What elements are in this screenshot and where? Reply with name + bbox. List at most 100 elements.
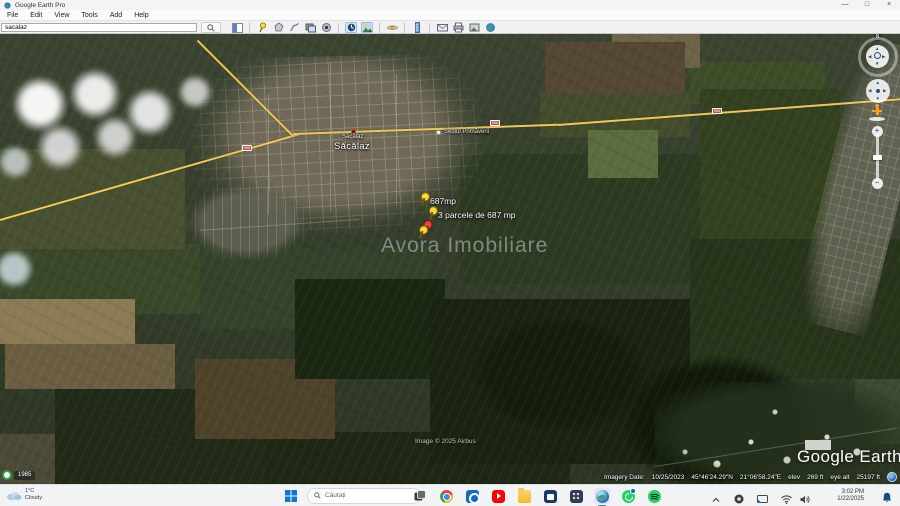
- compass-ring[interactable]: ▲ ▼ ◀ ▶: [858, 37, 898, 77]
- toolbar-separator: [404, 23, 405, 33]
- google-earth-button[interactable]: [594, 488, 610, 504]
- calculator-button[interactable]: [568, 488, 584, 504]
- eye-altitude-label: eye alt: [830, 474, 849, 481]
- menu-file[interactable]: File: [7, 12, 18, 19]
- look-left-arrow[interactable]: ◀: [868, 54, 871, 60]
- planets-icon[interactable]: [386, 22, 398, 33]
- move-down-arrow[interactable]: ▼: [876, 96, 880, 101]
- start-button[interactable]: [284, 489, 298, 503]
- taskbar-search[interactable]: Căutați: [307, 488, 421, 504]
- outlook-icon: [466, 490, 479, 503]
- toolbar-separator: [249, 23, 250, 33]
- toolbar-separator: [379, 23, 380, 33]
- menu-edit[interactable]: Edit: [30, 12, 42, 19]
- move-left-arrow[interactable]: ◀: [868, 88, 871, 94]
- wifi-icon[interactable]: [781, 491, 792, 506]
- close-button[interactable]: ×: [878, 0, 900, 10]
- cast-icon[interactable]: [757, 491, 768, 506]
- streaming-globe-icon: [887, 472, 897, 482]
- locality-label: Săcălaz: [334, 141, 370, 152]
- notification-bell-icon[interactable]: [882, 490, 892, 506]
- windows-logo-icon: [285, 490, 297, 502]
- latitude-value: 45°46'24.29"N: [691, 474, 733, 481]
- pegman-street-view[interactable]: [872, 104, 882, 119]
- move-center-dot: [876, 89, 880, 93]
- minimize-button[interactable]: —: [834, 0, 856, 10]
- add-placemark-icon[interactable]: [256, 22, 268, 33]
- road-shield: 59A: [490, 120, 500, 126]
- sidebar-toggle-icon[interactable]: [231, 22, 243, 33]
- minor-road: [396, 74, 397, 206]
- window-titlebar[interactable]: Google Earth Pro — □ ×: [0, 0, 900, 10]
- toolbar-separator: [429, 23, 430, 33]
- locality-label-small: Săcălaz: [342, 134, 363, 140]
- look-down-arrow[interactable]: ▼: [875, 61, 879, 66]
- search-icon: [207, 24, 215, 32]
- whatsapp-icon: [622, 490, 635, 503]
- file-explorer-button[interactable]: [516, 488, 532, 504]
- sunlight-icon[interactable]: [361, 22, 373, 33]
- add-path-icon[interactable]: [288, 22, 300, 33]
- screen: Google Earth Pro — □ × File Edit View To…: [0, 0, 900, 506]
- youtube-icon: [492, 490, 505, 503]
- town-annex-area: [186, 184, 308, 260]
- search-icon: [314, 492, 321, 499]
- record-tour-icon[interactable]: [320, 22, 332, 33]
- longitude-value: 21°06'58.24"E: [740, 474, 781, 481]
- ruler-icon[interactable]: [411, 22, 423, 33]
- whatsapp-notification-badge: [630, 488, 636, 494]
- add-polygon-icon[interactable]: [272, 22, 284, 33]
- tray-app-icon[interactable]: [734, 491, 744, 506]
- weather-widget[interactable]: 1°C Cloudy: [6, 488, 42, 501]
- look-up-arrow[interactable]: ▲: [875, 46, 879, 51]
- minor-road: [268, 94, 269, 214]
- menu-tools[interactable]: Tools: [81, 12, 97, 19]
- menu-view[interactable]: View: [54, 12, 69, 19]
- view-in-google-maps-icon[interactable]: [484, 22, 496, 33]
- whatsapp-button[interactable]: [620, 488, 636, 504]
- task-view-button[interactable]: [412, 488, 428, 504]
- poi-label: Sediul Primăverii: [444, 129, 489, 135]
- spotify-button[interactable]: [646, 488, 662, 504]
- add-image-overlay-icon[interactable]: [304, 22, 316, 33]
- move-right-arrow[interactable]: ▶: [883, 88, 886, 94]
- move-up-arrow[interactable]: ▲: [876, 80, 880, 85]
- window-title: Google Earth Pro: [15, 2, 65, 9]
- road-shield: 59A: [712, 108, 722, 114]
- look-joystick[interactable]: ▲ ▼ ◀ ▶: [866, 45, 889, 68]
- print-icon[interactable]: [452, 22, 464, 33]
- clouds: [0, 52, 260, 187]
- poi-dot[interactable]: [436, 130, 441, 135]
- tray-clock[interactable]: 3:02 PM 1/22/2025: [837, 489, 864, 503]
- oldest-imagery-year: 1985: [14, 471, 35, 480]
- zoom-out-button[interactable]: −: [872, 178, 883, 189]
- chrome-icon: [440, 490, 453, 503]
- youtube-button[interactable]: [490, 488, 506, 504]
- move-joystick[interactable]: ▲ ▼ ◀ ▶: [866, 79, 890, 103]
- cloud-icon: [6, 489, 22, 501]
- elevation-value: 269 ft: [807, 474, 823, 481]
- zoom-slider-handle[interactable]: [873, 155, 882, 160]
- imagery-date-value: 10/25/2023: [652, 474, 685, 481]
- search-input[interactable]: [1, 23, 197, 32]
- historical-imagery-icon[interactable]: [345, 22, 357, 33]
- menu-add[interactable]: Add: [110, 12, 122, 19]
- minor-road: [330, 62, 331, 212]
- maximize-button[interactable]: □: [856, 0, 878, 10]
- outlook-button[interactable]: [464, 488, 480, 504]
- hidden-icons-chevron[interactable]: [712, 491, 720, 506]
- menu-help[interactable]: Help: [134, 12, 148, 19]
- historical-imagery-chip[interactable]: 1985: [2, 470, 35, 480]
- email-icon[interactable]: [436, 22, 448, 33]
- save-image-icon[interactable]: [468, 22, 480, 33]
- look-right-arrow[interactable]: ▶: [882, 54, 885, 60]
- map-viewport[interactable]: 59A 59A 59A Săcălaz Săcălaz Sediul Primă…: [0, 34, 900, 484]
- pegman-arms: [872, 110, 882, 112]
- microsoft-store-button[interactable]: [542, 488, 558, 504]
- volume-icon[interactable]: [800, 491, 810, 506]
- weather-condition: Cloudy: [25, 495, 42, 502]
- eye-altitude-value: 25197 ft: [857, 474, 881, 481]
- chrome-button[interactable]: [438, 488, 454, 504]
- search-button[interactable]: [201, 22, 221, 33]
- tray-time: 3:02 PM: [837, 489, 864, 496]
